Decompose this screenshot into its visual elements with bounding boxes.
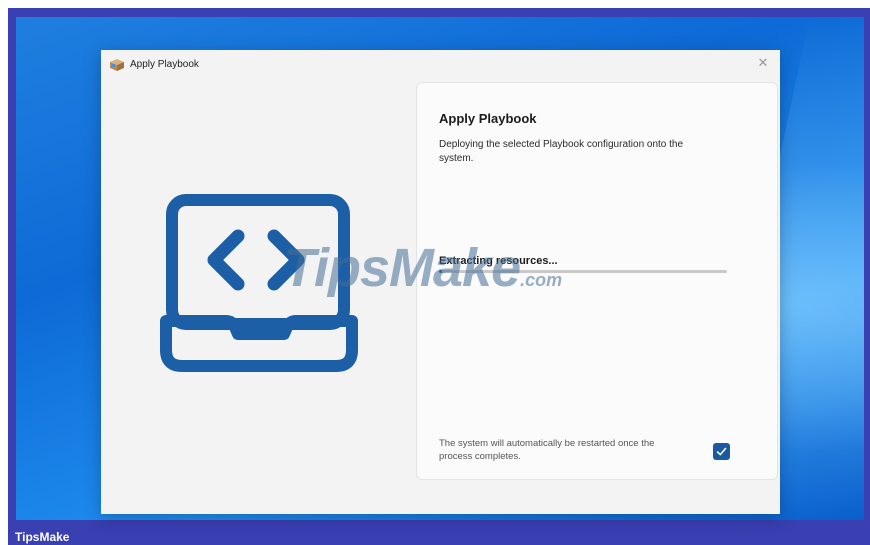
apply-playbook-window: Apply Playbook ✕ Apply Playbook Deployin… — [101, 50, 780, 514]
status-text: Extracting resources... — [439, 255, 558, 267]
panel-description: Deploying the selected Playbook configur… — [439, 139, 684, 164]
content-panel: Apply Playbook Deploying the selected Pl… — [416, 82, 778, 480]
close-button[interactable]: ✕ — [749, 52, 777, 76]
title-bar[interactable]: Apply Playbook ✕ — [101, 50, 780, 80]
auto-restart-checkbox[interactable] — [713, 443, 730, 460]
frame-caption: TipsMake — [15, 530, 70, 544]
restart-note: The system will automatically be restart… — [439, 438, 655, 462]
package-icon — [110, 59, 124, 71]
checkmark-icon — [716, 447, 727, 456]
window-title: Apply Playbook — [130, 59, 199, 70]
progress-bar — [439, 270, 727, 273]
laptop-code-icon — [160, 194, 358, 372]
panel-heading: Apply Playbook — [439, 111, 537, 126]
progress-fill — [439, 270, 443, 273]
close-icon: ✕ — [757, 55, 769, 70]
